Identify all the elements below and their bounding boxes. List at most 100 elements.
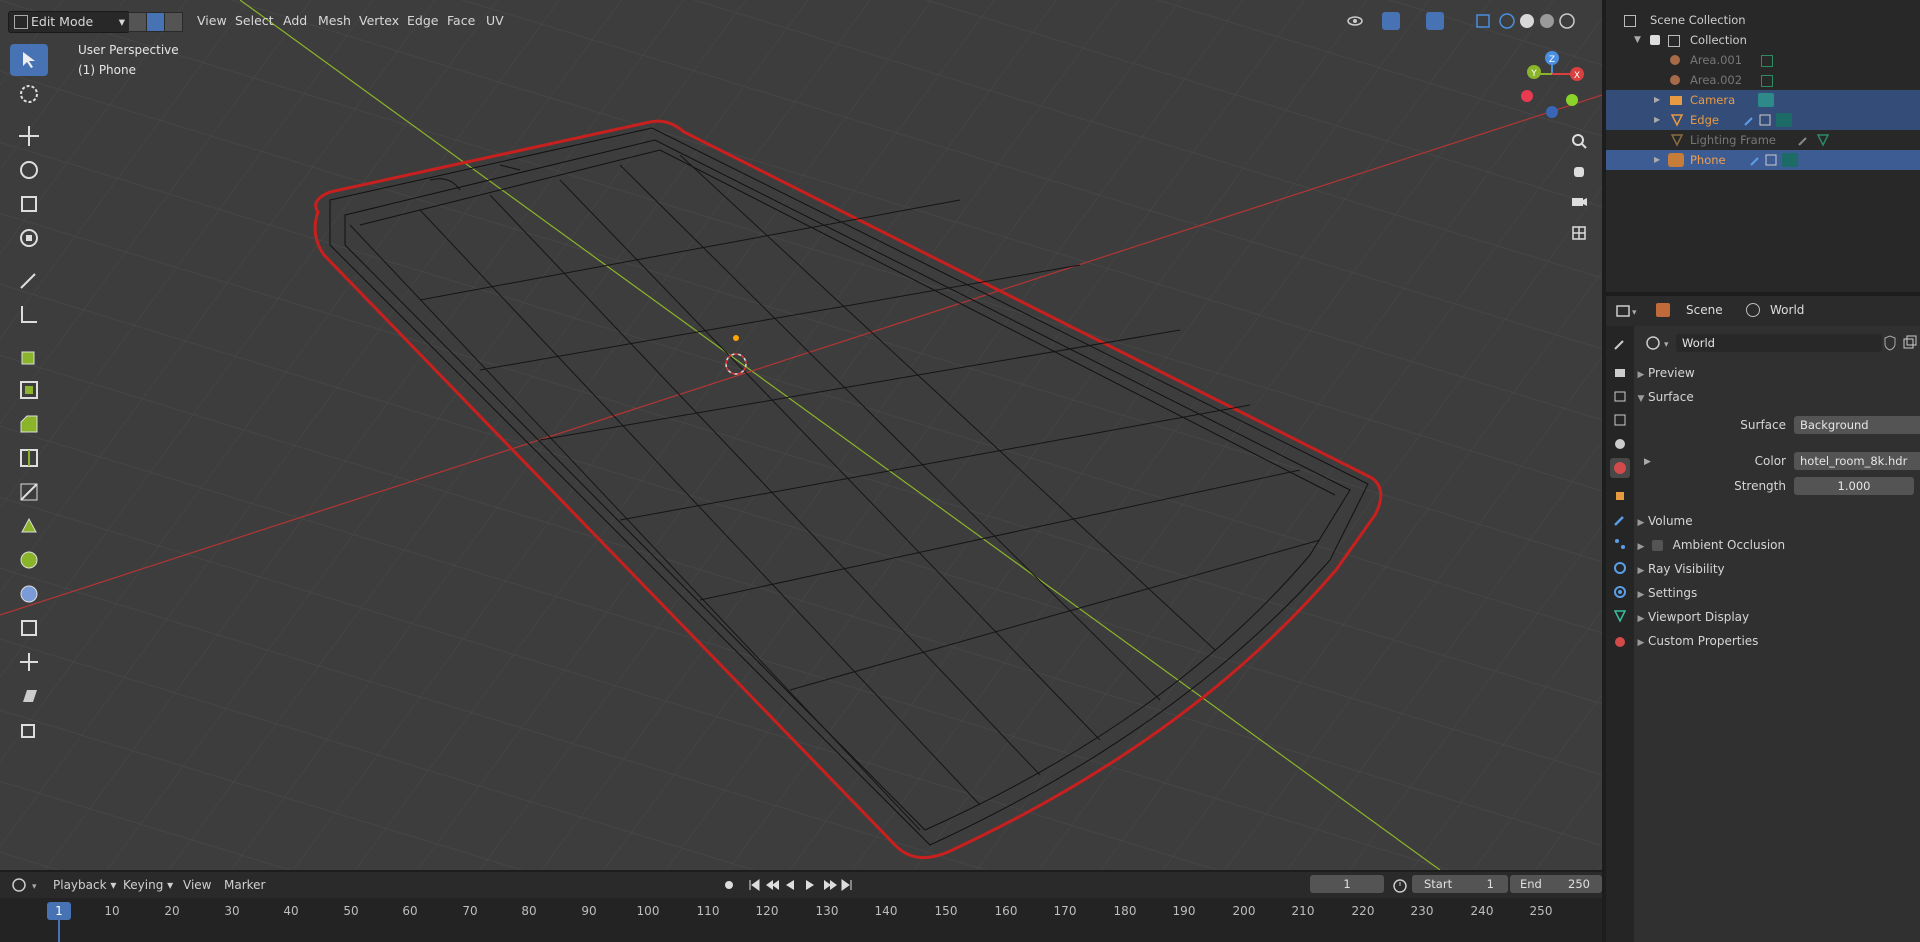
menu-playback[interactable]: Playback ▾ — [53, 874, 116, 896]
shading-buttons[interactable] — [1498, 12, 1578, 30]
loop-cut-icon[interactable] — [10, 442, 48, 474]
item-label: Edge — [1690, 113, 1719, 127]
cursor-icon[interactable] — [10, 78, 48, 110]
outliner-item-area-001[interactable]: Area.001 — [1606, 50, 1920, 70]
end-frame-field[interactable]: End 250 — [1510, 875, 1602, 893]
modifier-tab-icon[interactable] — [1610, 510, 1630, 530]
xray-icon[interactable] — [1474, 12, 1492, 30]
extrude-icon[interactable] — [10, 340, 48, 372]
overlay-toggle-icon[interactable] — [1426, 12, 1444, 30]
panel-preview[interactable]: ▶ Preview — [1634, 362, 1920, 384]
zoom-icon[interactable] — [1566, 128, 1592, 154]
editor-type-icon[interactable]: ▾ — [10, 876, 40, 894]
world-tab-icon[interactable] — [1610, 458, 1630, 478]
duplicate-icon[interactable] — [1902, 334, 1918, 352]
spin-icon[interactable] — [10, 544, 48, 576]
panel-ambient-occlusion[interactable]: ▶ Ambient Occlusion — [1634, 534, 1920, 556]
menu-marker[interactable]: Marker — [224, 874, 265, 896]
select-box-icon[interactable] — [10, 44, 48, 76]
menu-mesh[interactable]: Mesh — [313, 11, 356, 31]
frame-label: 200 — [1232, 904, 1256, 918]
panel-viewport-display[interactable]: ▶ Viewport Display — [1634, 606, 1920, 628]
breadcrumb-world[interactable]: World — [1770, 303, 1804, 317]
panel-surface[interactable]: ▼ Surface — [1634, 386, 1920, 408]
view-layer-tab-icon[interactable] — [1610, 410, 1630, 430]
menu-select[interactable]: Select — [230, 11, 279, 31]
scale-icon[interactable] — [10, 188, 48, 220]
object-tab-icon[interactable] — [1610, 486, 1630, 506]
face-select-button[interactable] — [164, 12, 183, 32]
output-tab-icon[interactable] — [1610, 386, 1630, 406]
menu-vertex[interactable]: Vertex — [354, 11, 404, 31]
stopwatch-icon[interactable] — [1392, 877, 1408, 893]
panel-custom-properties[interactable]: ▶ Custom Properties — [1634, 630, 1920, 652]
surface-select[interactable]: Background — [1794, 416, 1920, 434]
outliner-item-phone[interactable]: ▶ Phone — [1606, 150, 1920, 170]
frame-label: 100 — [636, 904, 660, 918]
current-frame-field[interactable]: 1 — [1310, 875, 1384, 893]
knife-icon[interactable] — [10, 476, 48, 508]
menu-view[interactable]: View — [192, 11, 232, 31]
rotate-icon[interactable] — [10, 154, 48, 186]
outliner-item-area-002[interactable]: Area.002 — [1606, 70, 1920, 90]
transform-icon[interactable] — [10, 222, 48, 254]
color-texture-field[interactable]: hotel_room_8k.hdr — [1794, 452, 1920, 470]
3d-viewport[interactable]: Edit Mode ▾ View Select Add Mesh Vertex … — [0, 0, 1602, 870]
frame-label: 220 — [1351, 904, 1375, 918]
bevel-icon[interactable] — [10, 408, 48, 440]
fake-user-icon[interactable] — [1882, 334, 1898, 352]
world-name-field[interactable]: World — [1676, 334, 1882, 352]
render-tab-icon[interactable] — [1610, 362, 1630, 382]
menu-keying[interactable]: Keying ▾ — [123, 874, 173, 896]
editor-type-icon[interactable]: ▾ — [1616, 303, 1642, 319]
poly-build-icon[interactable] — [10, 510, 48, 542]
data-tab-icon[interactable] — [1610, 606, 1630, 626]
edge-select-button[interactable] — [146, 12, 165, 32]
tool-tab-icon[interactable] — [1610, 334, 1630, 354]
gizmo-toggle-icon[interactable] — [1382, 12, 1400, 30]
visibility-icon[interactable] — [1346, 12, 1364, 30]
menu-view-timeline[interactable]: View — [183, 874, 211, 896]
move-icon[interactable] — [10, 120, 48, 152]
menu-edge[interactable]: Edge — [402, 11, 443, 31]
outliner-item-edge[interactable]: ▶ Edge — [1606, 110, 1920, 130]
menu-uv[interactable]: UV — [481, 11, 509, 31]
world-browse-icon[interactable]: ▾ — [1644, 334, 1676, 352]
menu-add[interactable]: Add — [278, 11, 312, 31]
camera-view-icon[interactable] — [1566, 188, 1592, 214]
breadcrumb-scene[interactable]: Scene — [1686, 303, 1723, 317]
material-tab-icon[interactable] — [1610, 632, 1630, 652]
ambient-occlusion-checkbox[interactable] — [1651, 540, 1663, 551]
ortho-grid-icon[interactable] — [1566, 220, 1592, 246]
physics-tab-icon[interactable] — [1610, 558, 1630, 578]
strength-field[interactable]: 1.000 — [1794, 477, 1914, 495]
checkbox-icon[interactable] — [1650, 35, 1660, 45]
shear-icon[interactable] — [10, 680, 48, 712]
frame-label: 240 — [1470, 904, 1494, 918]
panel-settings[interactable]: ▶ Settings — [1634, 582, 1920, 604]
collection-row[interactable]: ▼ Collection — [1606, 30, 1920, 50]
particles-tab-icon[interactable] — [1610, 534, 1630, 554]
measure-icon[interactable] — [10, 298, 48, 330]
vertex-select-button[interactable] — [128, 12, 147, 32]
pan-hand-icon[interactable] — [1566, 158, 1592, 184]
scene-collection-row[interactable]: Scene Collection — [1606, 10, 1920, 30]
rip-icon[interactable] — [10, 714, 48, 746]
annotate-icon[interactable] — [10, 264, 48, 296]
menu-face[interactable]: Face — [442, 11, 480, 31]
navigation-gizmo[interactable]: Z X Y — [1512, 44, 1600, 124]
jump-end-icon — [841, 879, 852, 891]
outliner-item-camera[interactable]: ▶ Camera — [1606, 90, 1920, 110]
smooth-icon[interactable] — [10, 578, 48, 610]
constraints-tab-icon[interactable] — [1610, 582, 1630, 602]
frame-label: 130 — [815, 904, 839, 918]
start-frame-field[interactable]: Start 1 — [1412, 875, 1508, 893]
panel-volume[interactable]: ▶ Volume — [1634, 510, 1920, 532]
outliner-item-lighting-frame[interactable]: Lighting Frame — [1606, 130, 1920, 150]
edge-slide-icon[interactable] — [10, 612, 48, 644]
panel-ray-visibility[interactable]: ▶ Ray Visibility — [1634, 558, 1920, 580]
inset-icon[interactable] — [10, 374, 48, 406]
shrink-fatten-icon[interactable] — [10, 646, 48, 678]
scene-tab-icon[interactable] — [1610, 434, 1630, 454]
frame-ruler[interactable]: 1 10 20 30 40 50 60 70 80 90 100 110 120… — [0, 898, 1602, 942]
